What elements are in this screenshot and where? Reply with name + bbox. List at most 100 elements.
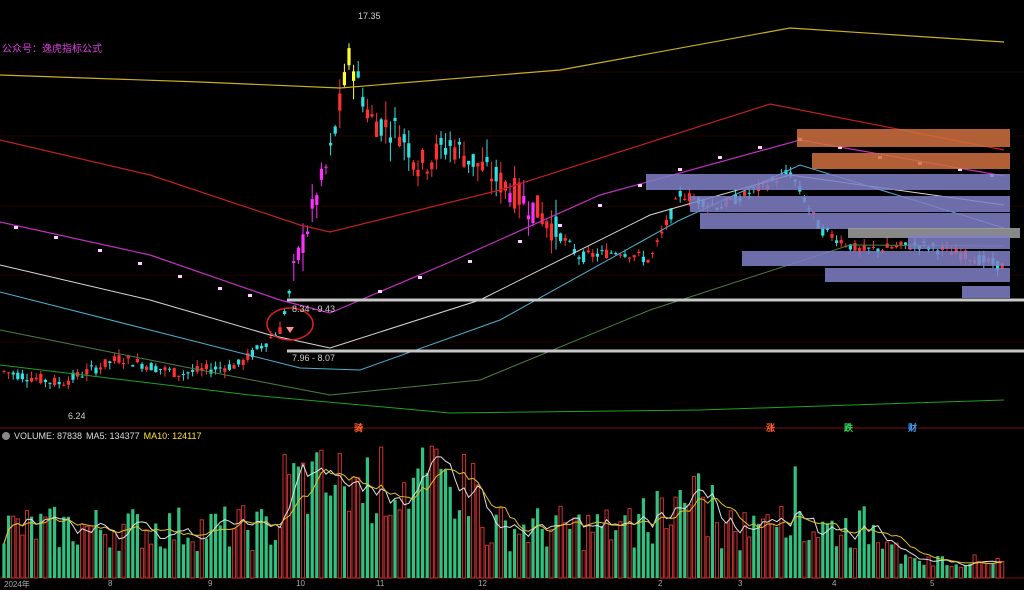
volume-bar bbox=[526, 541, 531, 579]
volume-bar bbox=[655, 490, 659, 578]
volume-bar bbox=[733, 531, 738, 579]
resistance-band bbox=[646, 174, 1010, 190]
volume-bar bbox=[20, 534, 25, 579]
candle-body bbox=[508, 193, 512, 203]
ma-marker bbox=[758, 146, 762, 149]
candle-body bbox=[554, 216, 558, 237]
volume-ma10-line bbox=[3, 468, 1003, 565]
volume-bar bbox=[678, 490, 682, 578]
ma-marker bbox=[718, 156, 722, 159]
volume-bar bbox=[917, 560, 921, 578]
candle-body bbox=[62, 384, 66, 386]
volume-bar bbox=[112, 531, 117, 579]
volume-bar bbox=[577, 514, 581, 578]
candle-body bbox=[490, 178, 494, 182]
volume-bar bbox=[76, 544, 80, 578]
volume-bar bbox=[899, 563, 903, 578]
candle-body bbox=[296, 247, 300, 260]
candle-body bbox=[352, 71, 356, 81]
ma-marker bbox=[54, 236, 58, 239]
volume-bar bbox=[963, 565, 967, 578]
volume-bar bbox=[908, 556, 913, 579]
volume-bar bbox=[991, 563, 995, 578]
volume-bar bbox=[922, 564, 926, 578]
volume-ma5-line bbox=[3, 456, 1003, 567]
volume-bar bbox=[835, 546, 839, 578]
candle-body bbox=[7, 372, 11, 374]
zone-upper-label: 8.34 - 9.43 bbox=[292, 304, 336, 314]
candle-body bbox=[191, 370, 195, 372]
volume-bar bbox=[346, 510, 352, 579]
volume-bar bbox=[388, 514, 393, 579]
volume-bar bbox=[747, 536, 752, 579]
volume-bar bbox=[99, 529, 103, 578]
volume-bar bbox=[199, 519, 204, 579]
candle-body bbox=[839, 239, 843, 244]
volume-bar bbox=[651, 543, 655, 578]
candle-body bbox=[11, 372, 15, 375]
candle-body bbox=[411, 162, 415, 170]
volume-bar bbox=[885, 541, 890, 579]
volume-bar bbox=[2, 543, 6, 578]
volume-bar bbox=[540, 528, 544, 578]
candle-body bbox=[333, 126, 337, 134]
volume-bar bbox=[714, 522, 720, 579]
volume-bar bbox=[986, 562, 991, 579]
volume-bar bbox=[365, 457, 369, 578]
month-label: 11 bbox=[376, 579, 385, 588]
candle-body bbox=[356, 71, 360, 78]
candle-body bbox=[591, 252, 595, 257]
candle-body bbox=[476, 163, 480, 167]
candle-body bbox=[89, 365, 93, 367]
candle-body bbox=[306, 231, 310, 234]
volume-bar bbox=[149, 543, 154, 579]
zone-lower-label: 7.96 - 8.07 bbox=[292, 353, 336, 363]
volume-bar bbox=[66, 516, 70, 578]
candle-body bbox=[522, 196, 526, 204]
volume-settings-icon[interactable] bbox=[2, 432, 10, 440]
volume-bar bbox=[798, 511, 802, 578]
volume-bar bbox=[705, 536, 710, 579]
ma-marker bbox=[678, 168, 682, 171]
candle-body bbox=[559, 233, 563, 242]
candle-body bbox=[135, 358, 139, 363]
volume-bar bbox=[407, 508, 411, 578]
volume-bar bbox=[434, 448, 439, 579]
candle-body bbox=[632, 255, 636, 258]
candle-body bbox=[319, 168, 323, 180]
candle-body bbox=[241, 359, 245, 366]
candle-body bbox=[347, 48, 351, 66]
candle-body bbox=[388, 137, 392, 143]
ma-cyan bbox=[0, 164, 1005, 371]
candle-body bbox=[57, 382, 61, 385]
volume-bar bbox=[936, 555, 940, 578]
candle-body bbox=[43, 379, 47, 383]
volume-bar bbox=[581, 550, 586, 579]
volume-bar bbox=[379, 446, 384, 579]
volume-bar bbox=[756, 523, 760, 578]
candle-body bbox=[85, 369, 89, 375]
volume-bar bbox=[701, 496, 706, 579]
candle-body bbox=[646, 259, 650, 263]
volume-bar bbox=[209, 513, 213, 578]
month-label: 2 bbox=[658, 579, 663, 588]
candle-body bbox=[890, 247, 894, 249]
candle-body bbox=[292, 261, 296, 264]
volume-value: VOLUME: 87838 bbox=[14, 431, 83, 441]
volume-bar bbox=[43, 516, 48, 579]
volume-bar bbox=[770, 523, 775, 579]
volume-bar bbox=[15, 518, 20, 579]
high-price-label: 17.35 bbox=[358, 11, 381, 21]
candle-body bbox=[140, 363, 144, 369]
candle-body bbox=[384, 119, 388, 128]
volume-bar bbox=[416, 468, 420, 578]
volume-bar bbox=[457, 510, 461, 578]
volume-bar bbox=[632, 547, 636, 578]
candle-body bbox=[122, 362, 126, 365]
volume-bar bbox=[131, 509, 135, 578]
volume-bar bbox=[489, 542, 494, 579]
volume-bar bbox=[508, 551, 512, 578]
volume-bar bbox=[958, 566, 963, 579]
candle-body bbox=[163, 367, 167, 371]
resistance-band bbox=[812, 153, 1010, 169]
